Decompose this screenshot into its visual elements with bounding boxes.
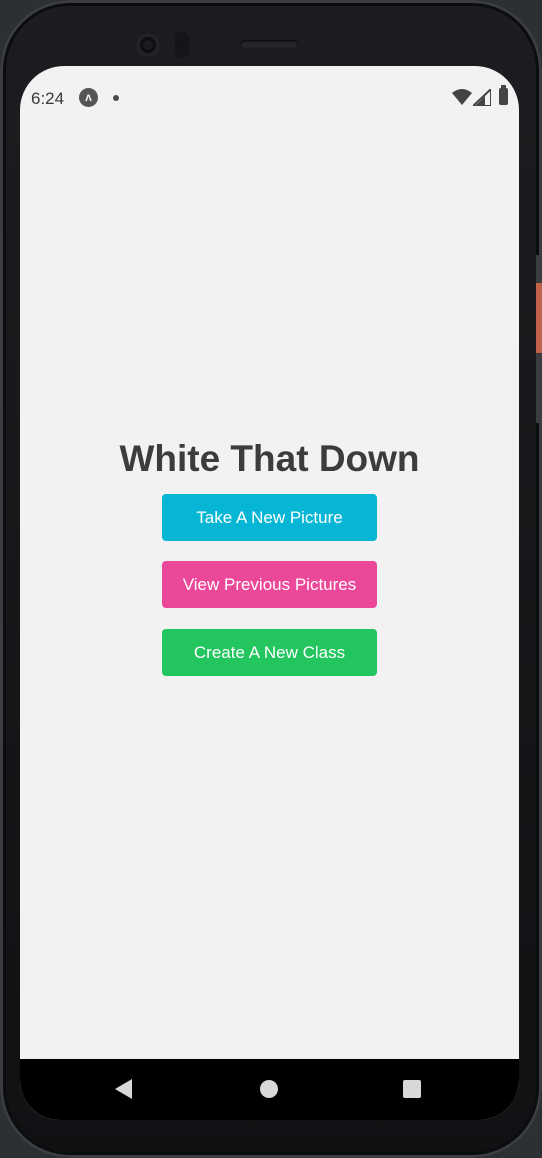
volume-down-button — [536, 353, 542, 423]
take-new-picture-button[interactable]: Take A New Picture — [162, 494, 377, 541]
volume-button — [536, 283, 542, 353]
view-previous-pictures-button[interactable]: View Previous Pictures — [162, 561, 377, 608]
proximity-sensor — [175, 32, 189, 58]
page-title: White That Down — [119, 438, 420, 479]
screen: 6:24 ʌ White That Down Take A New Pictur… — [20, 66, 519, 1120]
battery-icon — [499, 85, 508, 105]
earpiece-speaker — [240, 40, 298, 48]
create-new-class-button[interactable]: Create A New Class — [162, 629, 377, 676]
signal-icon — [473, 89, 491, 106]
home-icon[interactable] — [260, 1080, 278, 1098]
notification-dot-icon — [113, 95, 119, 101]
power-button — [536, 255, 542, 283]
status-time: 6:24 — [31, 89, 65, 108]
back-icon[interactable] — [115, 1079, 132, 1099]
status-bar: 6:24 ʌ — [20, 66, 519, 130]
wifi-icon — [452, 89, 472, 105]
app-notification-icon: ʌ — [79, 88, 98, 107]
front-camera — [136, 33, 160, 57]
navigation-bar — [20, 1059, 519, 1120]
recents-icon[interactable] — [403, 1080, 421, 1098]
